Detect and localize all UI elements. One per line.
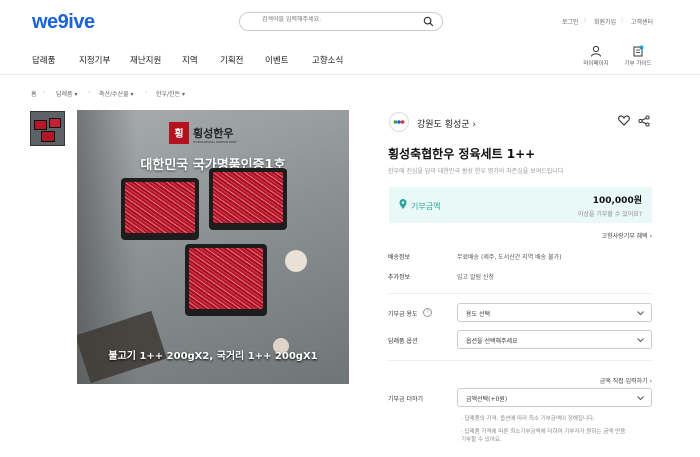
nav-item-special[interactable]: 기획전 xyxy=(220,54,243,66)
user-icon xyxy=(591,45,601,57)
mypage-label: 마이페이지 xyxy=(583,61,609,67)
extra-info-label: 추가정보 xyxy=(388,274,411,281)
price-value: 100,000원 xyxy=(592,196,642,206)
heart-icon[interactable] xyxy=(618,115,630,126)
product-main-image: 횡 횡성한우 HOENGSEONG KOREAN BEEF 대한민국 국가명품인… xyxy=(77,110,349,384)
nav-item-designated[interactable]: 지정기부 xyxy=(79,54,110,66)
mypage-button[interactable]: 마이페이지 xyxy=(576,45,616,67)
price-box: 기부금액 100,000원 이상을 기부할 수 있어요? xyxy=(389,187,652,223)
benefit-link[interactable]: 고향사랑기부 혜택 › xyxy=(602,231,652,240)
svg-text:횡: 횡 xyxy=(174,127,183,140)
breadcrumb-livestock[interactable]: 축산/수산물 ▾ xyxy=(99,89,134,98)
pin-icon xyxy=(399,199,407,209)
chevron-down-icon xyxy=(637,396,644,401)
breadcrumb-separator: › xyxy=(145,89,148,96)
meat-tray xyxy=(121,178,199,240)
util-separator: | xyxy=(584,17,587,24)
guide-label: 기부 가이드 xyxy=(624,61,652,67)
chevron-down-icon xyxy=(637,311,644,316)
svg-text:HOENGSEONG KOREAN BEEF: HOENGSEONG KOREAN BEEF xyxy=(193,140,237,144)
nav-item-news[interactable]: 고향소식 xyxy=(312,54,343,66)
shipping-value: 무료배송 (제주, 도서산간 지역 배송 불가) xyxy=(457,254,562,261)
chevron-down-icon xyxy=(637,338,644,343)
seller-logo[interactable] xyxy=(389,112,409,132)
breadcrumb-gifts[interactable]: 답례품 ▾ xyxy=(56,89,77,98)
login-link[interactable]: 로그인 xyxy=(562,17,579,26)
product-title: 횡성축협한우 정육세트 1++ xyxy=(388,147,536,161)
util-separator: | xyxy=(621,17,624,24)
price-question[interactable]: 이상을 기부할 수 있어요? xyxy=(578,209,642,218)
add-donation-select[interactable]: 금액선택(+0원) xyxy=(457,388,652,407)
breadcrumb-separator: › xyxy=(88,89,91,96)
price-label: 기부금액 xyxy=(411,202,441,211)
svg-text:횡성한우: 횡성한우 xyxy=(193,126,233,140)
product-thumbnail[interactable] xyxy=(30,111,65,146)
note-line: · 답례품의 가격, 옵션에 따라 최소 기부금액이 정해집니다. xyxy=(461,416,595,422)
search-input[interactable] xyxy=(262,16,422,23)
note-line: 기부할 수 있어요. xyxy=(461,437,502,443)
nav-item-event[interactable]: 이벤트 xyxy=(265,54,288,66)
search-bar[interactable] xyxy=(239,12,443,31)
breadcrumb-home[interactable]: 홈 xyxy=(31,89,37,98)
divider xyxy=(388,360,652,361)
share-icon[interactable] xyxy=(638,115,650,127)
nav-item-region[interactable]: 지역 xyxy=(182,54,198,66)
guide-icon xyxy=(633,45,644,57)
site-logo[interactable]: we9ive xyxy=(32,11,95,34)
help-icon[interactable]: ? xyxy=(423,308,432,317)
nav-item-disaster[interactable]: 재난지원 xyxy=(130,54,161,66)
help-center-link[interactable]: 고객센터 xyxy=(631,17,653,26)
meat-tray xyxy=(209,168,287,230)
restock-alert-link[interactable]: 입고 알림 신청 xyxy=(457,272,494,281)
add-donation-label: 기부금 더하기 xyxy=(388,396,424,403)
search-icon[interactable] xyxy=(423,16,434,27)
breadcrumb-hanwoo[interactable]: 한우/한돈 ▾ xyxy=(156,89,185,98)
divider xyxy=(388,293,652,294)
image-caption: 불고기 1++ 200gX2, 국거리 1++ 200gX1 xyxy=(108,351,318,362)
signup-link[interactable]: 회원가입 xyxy=(594,17,616,26)
guide-button[interactable]: 기부 가이드 xyxy=(618,45,658,67)
meat-tray xyxy=(185,244,267,316)
breadcrumb-separator: › xyxy=(43,89,46,96)
direct-amount-link[interactable]: 금액 직접 입력하기 › xyxy=(600,376,652,385)
option-select[interactable]: 옵션을 선택해주세요 xyxy=(457,330,652,349)
seller-link[interactable]: 강원도 횡성군 › xyxy=(417,117,476,130)
shipping-label: 배송정보 xyxy=(388,254,411,261)
usage-label: 기부금 용도 xyxy=(388,311,418,318)
brand-logo-image: 횡 횡성한우 HOENGSEONG KOREAN BEEF xyxy=(169,122,237,144)
nav-item-gifts[interactable]: 답례품 xyxy=(32,54,55,66)
product-description: 한우에 진심을 담아 대한민국 횡성 한우 명가의 자존심을 보여드립니다 xyxy=(388,168,564,175)
note-line: · 답례품 가격에 따른 최소기부금액에 더하여 기부자가 원하는 금액 만큼 xyxy=(461,429,626,435)
option-label: 답례품 옵션 xyxy=(388,338,418,345)
usage-select[interactable]: 용도 선택 xyxy=(457,303,652,322)
header-divider xyxy=(0,74,700,75)
